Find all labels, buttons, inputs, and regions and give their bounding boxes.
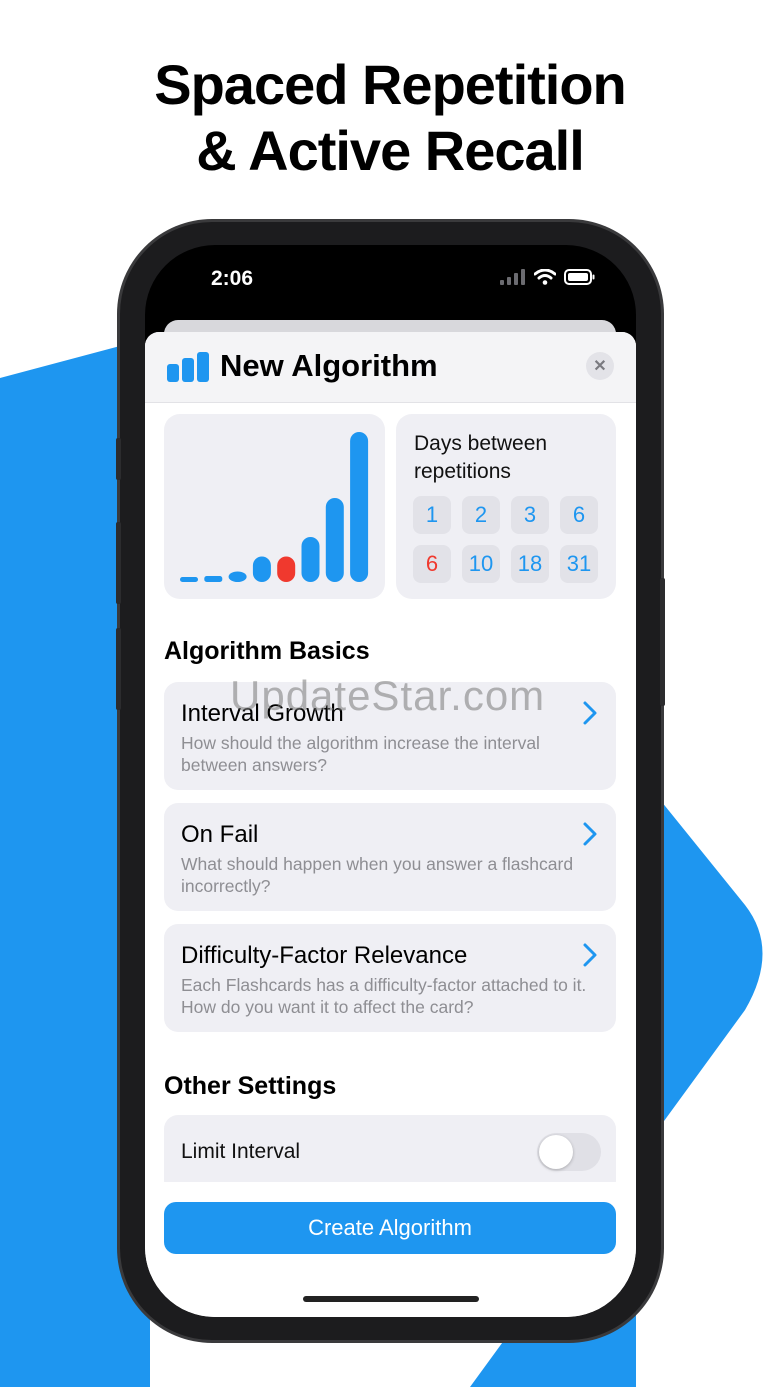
chevron-right-icon (583, 943, 597, 967)
headline-line-1: Spaced Repetition (154, 53, 627, 116)
row-description: How should the algorithm increase the in… (181, 733, 540, 775)
headline: Spaced Repetition & Active Recall (0, 52, 780, 184)
create-algorithm-button[interactable]: Create Algorithm (164, 1202, 616, 1254)
cellular-signal-icon (500, 269, 525, 285)
day-cell: 2 (462, 496, 500, 534)
row-title: On Fail (181, 821, 259, 848)
chevron-right-icon (583, 701, 597, 725)
chart-bar (350, 432, 369, 582)
headline-line-2: & Active Recall (196, 119, 585, 182)
limit-interval-label: Limit Interval (181, 1140, 301, 1163)
phone-volume-up (116, 522, 121, 604)
days-card-title: Days between repetitions (414, 432, 548, 483)
chart-bar (301, 537, 320, 582)
row-description: Each Flashcards has a difficulty-factor … (181, 975, 587, 1017)
on-fail-row[interactable]: On Fail What should happen when you answ… (164, 803, 616, 911)
days-grid: 1 2 3 6 6 10 18 31 (413, 496, 598, 583)
day-cell: 1 (413, 496, 451, 534)
sheet-header: New Algorithm ✕ (145, 332, 636, 403)
phone-power-button (660, 578, 665, 706)
phone-side-button (116, 438, 121, 480)
chart-bar-fail (277, 556, 296, 582)
wifi-icon (534, 269, 556, 285)
interval-chart (180, 432, 369, 582)
chart-bar (325, 498, 344, 582)
row-description: What should happen when you answer a fla… (181, 854, 574, 896)
chevron-right-icon (583, 822, 597, 846)
day-cell: 18 (511, 545, 549, 583)
chart-bar (252, 556, 271, 582)
day-cell: 6 (413, 545, 451, 583)
section-title-algorithm-basics: Algorithm Basics (164, 637, 370, 665)
day-cell: 6 (560, 496, 598, 534)
watermark: UpdateStar.com (230, 672, 546, 719)
chart-bar (228, 571, 247, 582)
page-title: New Algorithm (220, 348, 438, 383)
chart-bar (204, 576, 223, 582)
status-time: 2:06 (211, 267, 254, 290)
chart-bar (180, 577, 198, 582)
difficulty-factor-row[interactable]: Difficulty-Factor Relevance Each Flashca… (164, 924, 616, 1032)
toggle-knob (539, 1135, 573, 1169)
new-algorithm-sheet: New Algorithm ✕ Days between repetitions… (145, 332, 636, 1317)
days-between-card: Days between repetitions 1 2 3 6 6 10 18 31 (396, 414, 616, 599)
status-icons (500, 269, 596, 285)
section-title-other-settings: Other Settings (164, 1072, 337, 1100)
day-cell: 31 (560, 545, 598, 583)
battery-icon (564, 269, 595, 285)
phone-volume-down (116, 628, 121, 710)
home-indicator (303, 1296, 479, 1302)
phone-screen: 2:06 New Algorithm ✕ Days between repeti… (145, 245, 636, 1317)
bar-chart-icon (167, 352, 209, 382)
day-cell: 10 (462, 545, 500, 583)
bottom-action-bar: Create Algorithm (145, 1182, 636, 1317)
close-button[interactable]: ✕ (586, 352, 614, 380)
interval-chart-card (164, 414, 385, 599)
day-cell: 3 (511, 496, 549, 534)
row-title: Difficulty-Factor Relevance (181, 942, 468, 969)
limit-interval-toggle[interactable] (537, 1133, 601, 1171)
close-icon: ✕ (593, 358, 607, 375)
